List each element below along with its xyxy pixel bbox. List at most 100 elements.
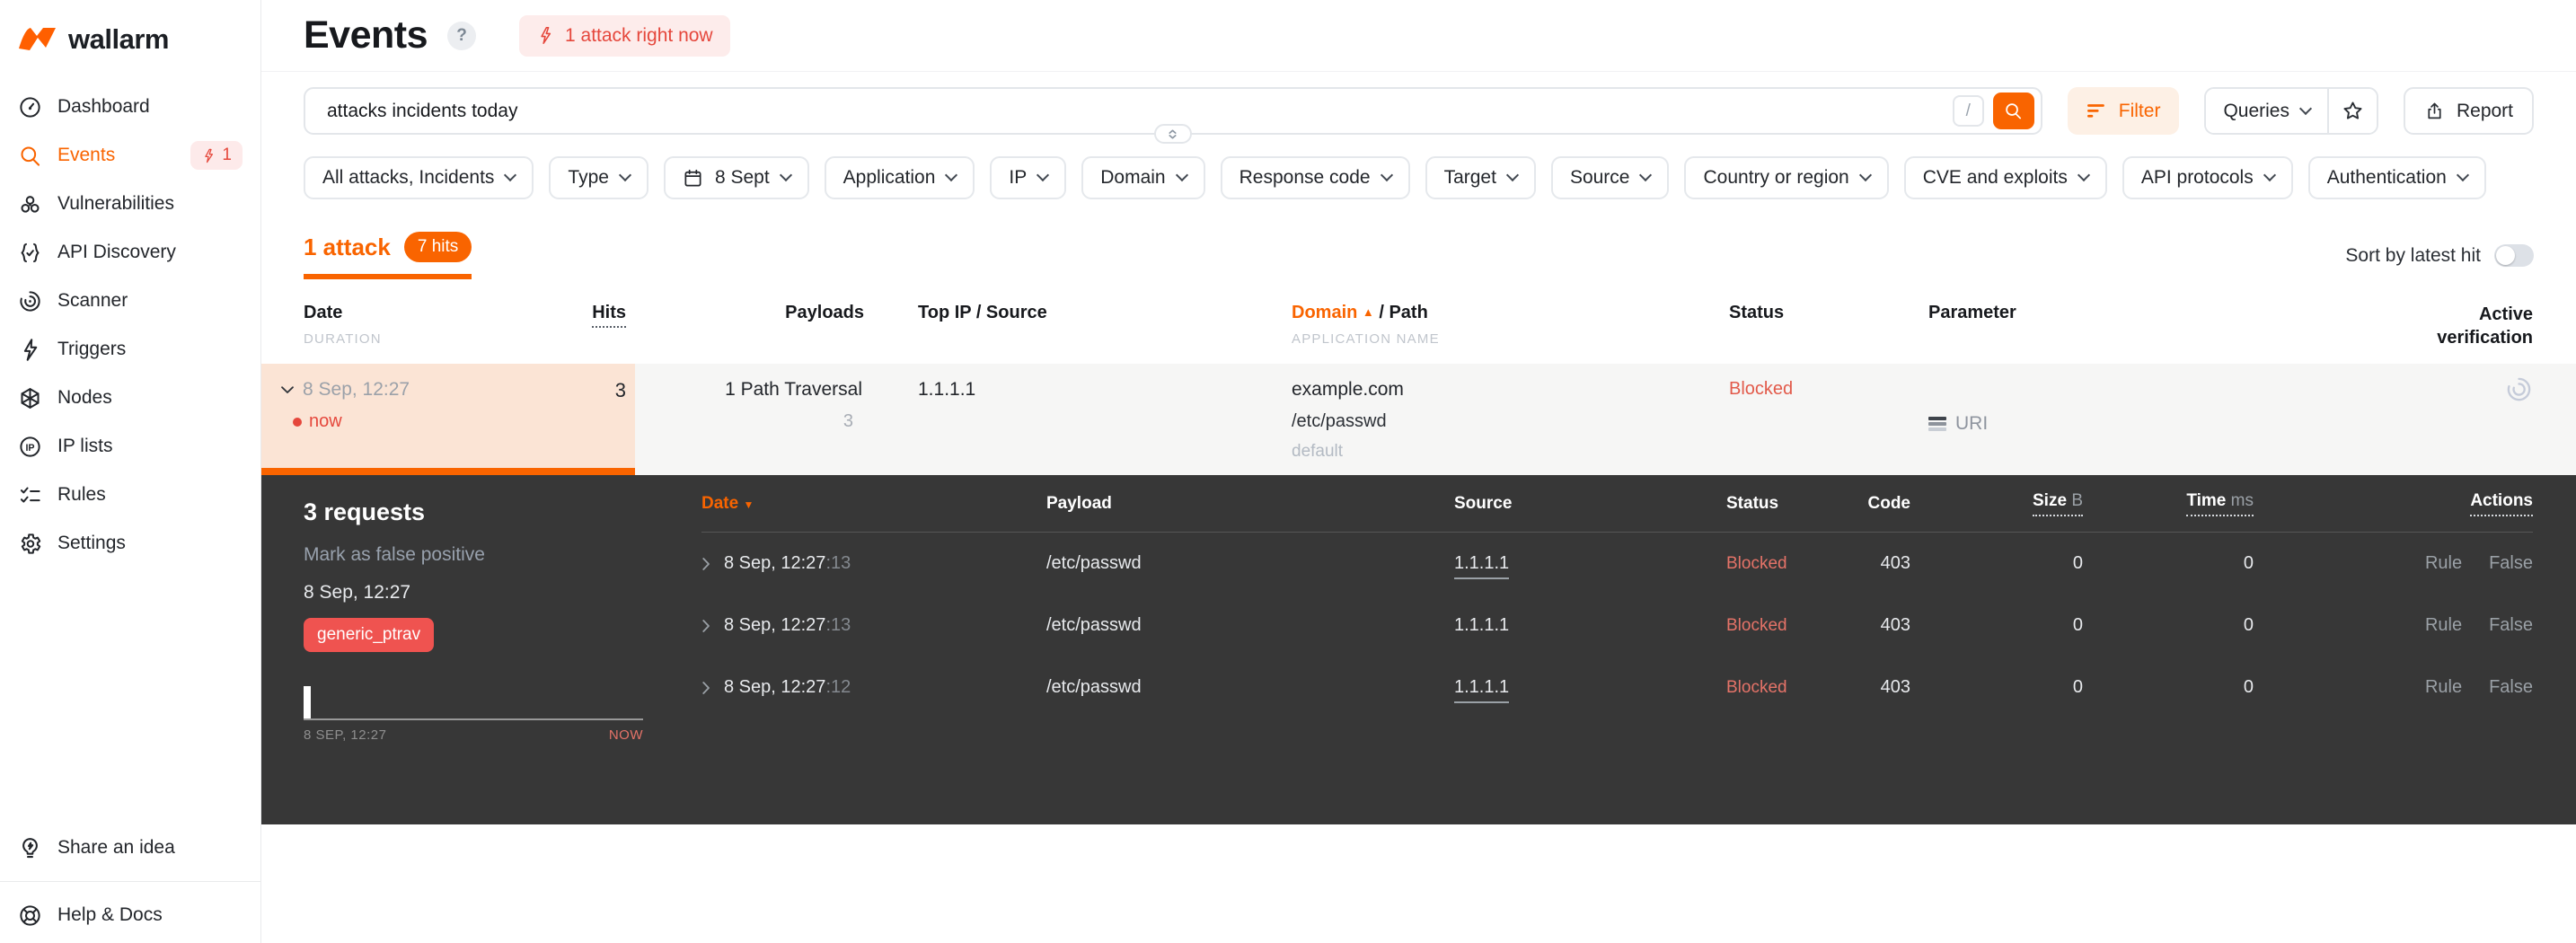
sidebar-item-events[interactable]: Events 1 bbox=[0, 131, 260, 180]
request-source[interactable]: 1.1.1.1 bbox=[1454, 677, 1510, 703]
col-size[interactable]: Size B bbox=[1910, 491, 2083, 516]
attack-row[interactable]: 8 Sep, 12:27 now 3 1 Path Traversal 3 1.… bbox=[261, 364, 2576, 475]
attack-parameter-cell: URI bbox=[1928, 364, 2389, 475]
sidebar-item-triggers[interactable]: Triggers bbox=[0, 325, 260, 374]
chip-label: Type bbox=[568, 167, 609, 188]
request-row[interactable]: 8 Sep, 12:27:12 /etc/passwd 1.1.1.1 Bloc… bbox=[701, 657, 2533, 718]
false-action[interactable]: False bbox=[2489, 553, 2533, 574]
sidebar-item-label: Events bbox=[57, 145, 116, 165]
col-hits[interactable]: Hits bbox=[557, 303, 635, 349]
attack-parameter: URI bbox=[1955, 412, 1989, 434]
chevron-down-icon bbox=[504, 168, 517, 182]
chip-date[interactable]: 8 Sept bbox=[663, 156, 809, 199]
chip-application[interactable]: Application bbox=[824, 156, 975, 199]
chevron-down-icon bbox=[281, 386, 294, 393]
queries-button[interactable]: Queries bbox=[2206, 89, 2327, 133]
search-input[interactable] bbox=[327, 100, 1953, 122]
col-date[interactable]: Date ▼ bbox=[701, 494, 1046, 514]
col-status: Status bbox=[1729, 303, 1785, 322]
request-code: 403 bbox=[1880, 553, 1910, 573]
sidebar-item-ip-lists[interactable]: IP IP lists bbox=[0, 422, 260, 471]
rule-action[interactable]: Rule bbox=[2425, 615, 2462, 636]
report-button-label: Report bbox=[2456, 100, 2513, 121]
chip-cve[interactable]: CVE and exploits bbox=[1903, 156, 2107, 199]
chevron-down-icon bbox=[1858, 168, 1872, 182]
attack-signature-tag[interactable]: generic_ptrav bbox=[304, 618, 435, 652]
attack-alert-badge[interactable]: 1 attack right now bbox=[519, 14, 730, 57]
col-domain-path[interactable]: Domain ▲ / Path APPLICATION NAME bbox=[1292, 303, 1729, 349]
filter-button-label: Filter bbox=[2118, 100, 2161, 121]
help-icon[interactable]: ? bbox=[447, 21, 477, 50]
api-braces-icon bbox=[18, 241, 42, 265]
col-time[interactable]: Time ms bbox=[2083, 491, 2254, 516]
sidebar-divider bbox=[0, 881, 260, 882]
report-button[interactable]: Report bbox=[2403, 87, 2534, 135]
sidebar-item-vulnerabilities[interactable]: Vulnerabilities bbox=[0, 180, 260, 228]
search-box: / bbox=[304, 87, 2042, 144]
chip-label: CVE and exploits bbox=[1922, 167, 2068, 188]
chevron-right-icon bbox=[702, 557, 710, 570]
sidebar-nav: Dashboard Events 1 Vulnerabilities API D… bbox=[0, 83, 260, 568]
main-content: Events ? 1 attack right now / Filter bbox=[261, 0, 2576, 943]
verification-spinner-icon bbox=[2507, 377, 2531, 401]
sidebar-item-scanner[interactable]: Scanner bbox=[0, 277, 260, 325]
false-action[interactable]: False bbox=[2489, 677, 2533, 698]
col-code: Code bbox=[1867, 493, 1911, 513]
brand-logo[interactable]: wallarm bbox=[0, 0, 260, 83]
col-date: Date DURATION bbox=[261, 303, 557, 349]
calendar-icon bbox=[684, 169, 701, 187]
chevron-down-icon bbox=[1505, 168, 1520, 182]
mark-false-positive-link[interactable]: Mark as false positive bbox=[304, 544, 666, 566]
false-action[interactable]: False bbox=[2489, 615, 2533, 636]
wallarm-logo-icon bbox=[18, 25, 57, 54]
chip-api-protocols[interactable]: API protocols bbox=[2122, 156, 2293, 199]
col-status: Status bbox=[1726, 493, 1779, 513]
chip-ip[interactable]: IP bbox=[990, 156, 1067, 199]
request-row[interactable]: 8 Sep, 12:27:13 /etc/passwd 1.1.1.1 Bloc… bbox=[701, 595, 2533, 657]
search-button[interactable] bbox=[1992, 93, 2034, 129]
sidebar-item-label: IP lists bbox=[57, 436, 113, 456]
chip-authentication[interactable]: Authentication bbox=[2307, 156, 2486, 199]
chip-country[interactable]: Country or region bbox=[1684, 156, 1889, 199]
request-source[interactable]: 1.1.1.1 bbox=[1454, 553, 1510, 579]
lightbulb-icon bbox=[18, 836, 42, 860]
chip-type[interactable]: Type bbox=[549, 156, 648, 199]
share-an-idea-link[interactable]: Share an idea bbox=[0, 820, 260, 876]
col-payloads: Payloads bbox=[785, 303, 864, 322]
chip-target[interactable]: Target bbox=[1425, 156, 1536, 199]
col-actions[interactable]: Actions bbox=[2254, 491, 2533, 516]
timeline-labels: 8 SEP, 12:27 NOW bbox=[304, 727, 643, 743]
sidebar-item-settings[interactable]: Settings bbox=[0, 519, 260, 568]
chip-response-code[interactable]: Response code bbox=[1220, 156, 1410, 199]
star-icon bbox=[2343, 101, 2362, 119]
sidebar-item-nodes[interactable]: Nodes bbox=[0, 374, 260, 422]
chip-source[interactable]: Source bbox=[1550, 156, 1670, 199]
sidebar-item-api-discovery[interactable]: API Discovery bbox=[0, 228, 260, 277]
parameter-stack-icon bbox=[1928, 416, 1946, 431]
help-and-docs-link[interactable]: Help & Docs bbox=[0, 887, 260, 943]
request-row[interactable]: 8 Sep, 12:27:13 /etc/passwd 1.1.1.1 Bloc… bbox=[701, 533, 2533, 595]
filter-button[interactable]: Filter bbox=[2067, 87, 2180, 135]
chip-label: Country or region bbox=[1703, 167, 1849, 188]
nodes-icon bbox=[18, 386, 42, 410]
sidebar-item-rules[interactable]: Rules bbox=[0, 471, 260, 519]
request-size: 0 bbox=[2072, 615, 2083, 635]
chevron-down-icon bbox=[1037, 168, 1050, 182]
chip-attacks-incidents[interactable]: All attacks, Incidents bbox=[304, 156, 534, 199]
sidebar-item-dashboard[interactable]: Dashboard bbox=[0, 83, 260, 131]
rule-action[interactable]: Rule bbox=[2425, 677, 2462, 698]
chip-domain[interactable]: Domain bbox=[1081, 156, 1205, 199]
search-expand-handle[interactable] bbox=[1153, 124, 1192, 144]
rule-action[interactable]: Rule bbox=[2425, 553, 2462, 574]
attack-count-tab[interactable]: 1 attack 7 hits bbox=[304, 232, 472, 279]
chevron-down-icon bbox=[1380, 168, 1393, 182]
request-source[interactable]: 1.1.1.1 bbox=[1454, 615, 1509, 635]
request-seconds: :12 bbox=[825, 677, 851, 697]
favorite-queries-button[interactable] bbox=[2326, 89, 2377, 133]
chevron-down-icon bbox=[2456, 168, 2469, 182]
attack-top-ip[interactable]: 1.1.1.1 bbox=[873, 364, 1292, 475]
sort-toggle[interactable] bbox=[2494, 244, 2534, 267]
attack-verification-cell[interactable] bbox=[2389, 364, 2576, 475]
request-time: 0 bbox=[2243, 615, 2254, 635]
search-toolbar: / Filter Queries bbox=[304, 87, 2534, 144]
